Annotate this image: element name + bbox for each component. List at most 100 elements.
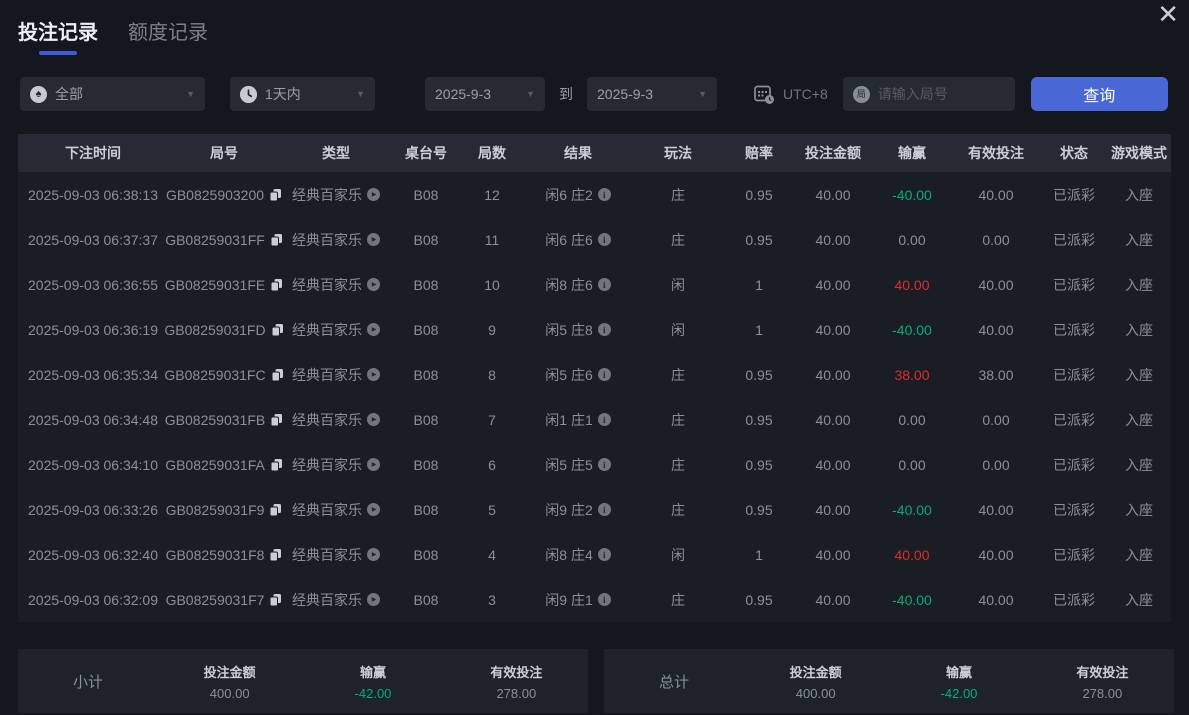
cell-result: 闲9 庄2 i bbox=[524, 500, 632, 520]
tab-betting-records[interactable]: 投注记录 bbox=[18, 16, 98, 55]
info-icon[interactable]: i bbox=[597, 458, 611, 471]
info-icon[interactable]: i bbox=[597, 368, 611, 381]
play-video-icon[interactable]: ▶ bbox=[367, 233, 380, 246]
cell-table-no: B08 bbox=[413, 186, 439, 203]
cell-bet-time: 2025-09-03 06:32:40 bbox=[28, 546, 158, 563]
info-icon[interactable]: i bbox=[597, 548, 611, 561]
cell-round-id: GB08259031F9 bbox=[166, 502, 282, 518]
cell-game-mode: 入座 bbox=[1125, 186, 1153, 203]
cell-bet-time: 2025-09-03 06:34:10 bbox=[28, 456, 158, 473]
cell-round-id: GB08259031FD bbox=[164, 322, 283, 338]
play-video-icon[interactable]: ▶ bbox=[367, 368, 380, 381]
subtotal-win-value: -42.00 bbox=[354, 685, 392, 701]
info-icon[interactable]: i bbox=[597, 323, 611, 336]
column-header-0: 下注时间 bbox=[65, 145, 121, 161]
column-header-8: 投注金额 bbox=[805, 145, 861, 161]
info-icon[interactable]: i bbox=[597, 233, 611, 246]
subtotal-valid-value: 278.00 bbox=[496, 685, 537, 701]
round-id-input-wrap[interactable]: 局 bbox=[842, 77, 1015, 111]
query-button[interactable]: 查询 bbox=[1030, 77, 1168, 111]
cell-round-no: 5 bbox=[488, 501, 496, 518]
cell-win-loss: 0.00 bbox=[898, 411, 926, 428]
info-icon[interactable]: i bbox=[597, 503, 611, 516]
subtotal-label: 小计 bbox=[72, 673, 103, 691]
timezone-indicator: UTC+8 bbox=[753, 83, 828, 105]
cell-odds: 1 bbox=[755, 546, 763, 563]
cell-win-loss: 40.00 bbox=[894, 276, 930, 293]
tab-betting-records-label: 投注记录 bbox=[18, 22, 98, 44]
cell-result: 闲6 庄6 i bbox=[524, 230, 632, 250]
play-video-icon[interactable]: ▶ bbox=[367, 503, 380, 516]
play-video-icon[interactable]: ▶ bbox=[367, 548, 380, 561]
cell-win-loss: -40.00 bbox=[892, 321, 932, 338]
cell-valid-bet: 40.00 bbox=[978, 501, 1014, 518]
cell-bet-time: 2025-09-03 06:37:37 bbox=[28, 231, 158, 248]
table-row: 2025-09-03 06:34:10 GB08259031FA 经典百家乐 ▶… bbox=[18, 442, 1171, 487]
date-to-select[interactable]: 2025-9-3 ▼ bbox=[587, 77, 717, 111]
date-from-select[interactable]: 2025-9-3 ▼ bbox=[425, 77, 545, 111]
subtotal-win-group: 输赢 -42.00 bbox=[301, 662, 444, 701]
table-row: 2025-09-03 06:36:19 GB08259031FD 经典百家乐 ▶… bbox=[18, 307, 1171, 352]
cell-result: 闲5 庄5 i bbox=[524, 455, 632, 475]
cell-play-type: 庄 bbox=[671, 411, 685, 428]
cell-status: 已派彩 bbox=[1053, 186, 1095, 203]
cell-game-mode: 入座 bbox=[1125, 591, 1153, 608]
cell-bet-amount: 40.00 bbox=[815, 501, 851, 518]
play-video-icon[interactable]: ▶ bbox=[367, 593, 380, 606]
play-video-icon[interactable]: ▶ bbox=[367, 278, 380, 291]
info-icon[interactable]: i bbox=[597, 593, 611, 606]
tab-quota-records[interactable]: 额度记录 bbox=[128, 16, 208, 55]
close-icon[interactable]: ✕ bbox=[1157, 0, 1179, 28]
cell-bet-time: 2025-09-03 06:38:13 bbox=[28, 186, 158, 203]
play-video-icon[interactable]: ▶ bbox=[367, 323, 380, 336]
subtotal-bet-value: 400.00 bbox=[209, 685, 250, 701]
cell-table-no: B08 bbox=[413, 546, 439, 563]
cell-round-id: GB08259031F7 bbox=[166, 592, 282, 608]
column-header-11: 状态 bbox=[1060, 145, 1088, 161]
date-to-value: 2025-9-3 bbox=[597, 86, 654, 102]
cell-table-no: B08 bbox=[413, 276, 439, 293]
cell-win-loss: -40.00 bbox=[892, 591, 932, 608]
time-range-select[interactable]: 1天内 ▼ bbox=[230, 77, 375, 111]
cell-bet-amount: 40.00 bbox=[815, 366, 851, 383]
cell-status: 已派彩 bbox=[1053, 546, 1095, 563]
subtotal-valid-group: 有效投注 278.00 bbox=[445, 662, 588, 701]
column-header-7: 赔率 bbox=[745, 145, 773, 161]
cell-odds: 1 bbox=[755, 321, 763, 338]
cell-round-no: 3 bbox=[488, 591, 496, 608]
cell-game-mode: 入座 bbox=[1125, 321, 1153, 338]
cell-round-no: 9 bbox=[488, 321, 496, 338]
cell-game-type: 经典百家乐 ▶ bbox=[280, 320, 392, 340]
calendar-clock-icon bbox=[754, 85, 774, 104]
cell-odds: 1 bbox=[755, 276, 763, 293]
cell-bet-time: 2025-09-03 06:36:19 bbox=[28, 321, 158, 338]
play-video-icon[interactable]: ▶ bbox=[367, 413, 380, 426]
cell-win-loss: 0.00 bbox=[898, 456, 926, 473]
round-id-input[interactable] bbox=[877, 86, 988, 102]
cell-round-no: 4 bbox=[488, 546, 496, 563]
game-type-select[interactable]: ♠ 全部 ▼ bbox=[20, 77, 205, 111]
cell-valid-bet: 40.00 bbox=[978, 546, 1014, 563]
cell-table-no: B08 bbox=[413, 366, 439, 383]
info-icon[interactable]: i bbox=[597, 278, 611, 291]
play-video-icon[interactable]: ▶ bbox=[367, 458, 380, 471]
cell-bet-time: 2025-09-03 06:34:48 bbox=[28, 411, 158, 428]
cell-round-id: GB08259031FC bbox=[164, 367, 283, 383]
cell-bet-amount: 40.00 bbox=[815, 276, 851, 293]
date-from-value: 2025-9-3 bbox=[435, 86, 492, 102]
cell-bet-amount: 40.00 bbox=[815, 321, 851, 338]
cell-valid-bet: 40.00 bbox=[978, 321, 1014, 338]
cell-odds: 0.95 bbox=[745, 456, 773, 473]
cell-odds: 0.95 bbox=[745, 231, 773, 248]
cell-result: 闲6 庄2 i bbox=[524, 185, 632, 205]
cell-result: 闲8 庄4 i bbox=[524, 545, 632, 565]
cell-play-type: 闲 bbox=[671, 546, 685, 563]
chevron-down-icon: ▼ bbox=[356, 89, 365, 99]
records-table: 下注时间 局号 类型 桌台号 局数 结果 玩法 赔率 投注金额 输赢 有效投注 状态 游戏模式 2025… bbox=[18, 134, 1171, 622]
cell-game-type: 经典百家乐 ▶ bbox=[280, 365, 392, 385]
subtotal-bet-group: 投注金额 400.00 bbox=[158, 662, 301, 701]
play-video-icon[interactable]: ▶ bbox=[367, 188, 380, 201]
cell-round-id: GB08259031FE bbox=[165, 277, 283, 293]
info-icon[interactable]: i bbox=[597, 188, 611, 201]
info-icon[interactable]: i bbox=[597, 413, 611, 426]
